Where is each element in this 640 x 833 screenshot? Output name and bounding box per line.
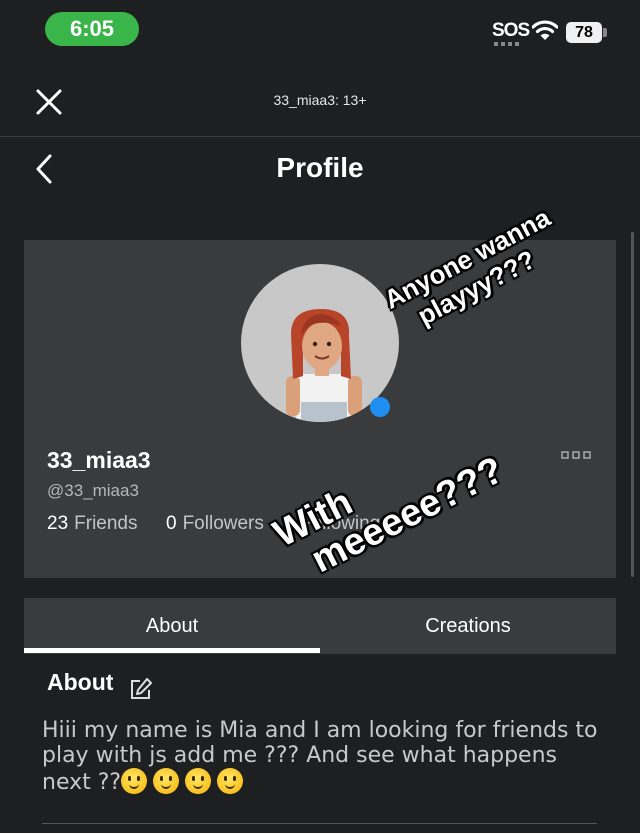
about-text: Hiii my name is Mia and I am looking for… (42, 718, 612, 795)
profile-username: 33_miaa3 (47, 447, 151, 473)
more-horizontal-icon[interactable] (561, 451, 591, 459)
about-heading: About (47, 669, 114, 695)
friends-label: Friends (74, 513, 138, 534)
profile-tabs: About Creations (24, 598, 616, 654)
battery-indicator: 78 (566, 22, 602, 43)
tab-about[interactable]: About (24, 598, 320, 654)
page-header-title: 33_miaa3: 13+ (273, 92, 367, 108)
smile-emoji-icon (217, 768, 244, 794)
section-divider (42, 823, 597, 824)
friends-stat[interactable]: 23 Friends (47, 513, 138, 535)
tab-creations[interactable]: Creations (320, 598, 616, 654)
smile-emoji-icon (153, 768, 180, 794)
sos-indicator: SOS (492, 20, 530, 41)
online-status-dot (370, 397, 390, 417)
edit-icon[interactable] (128, 676, 154, 702)
page-title: Profile (276, 152, 364, 183)
signal-dots (494, 42, 522, 46)
battery-tip (603, 28, 607, 37)
scrollbar[interactable] (631, 232, 634, 577)
friends-count: 23 (47, 513, 69, 534)
followers-label: Followers (182, 513, 264, 534)
followers-stat[interactable]: 0 Followers (166, 513, 264, 535)
status-time: 6:05 (45, 12, 139, 46)
followers-count: 0 (166, 513, 177, 534)
active-tab-indicator (24, 648, 320, 653)
profile-handle: @33_miaa3 (47, 481, 139, 500)
smile-emoji-icon (185, 768, 212, 794)
wifi-icon (532, 20, 558, 40)
smile-emoji-icon (121, 768, 148, 794)
header-divider (0, 136, 640, 137)
